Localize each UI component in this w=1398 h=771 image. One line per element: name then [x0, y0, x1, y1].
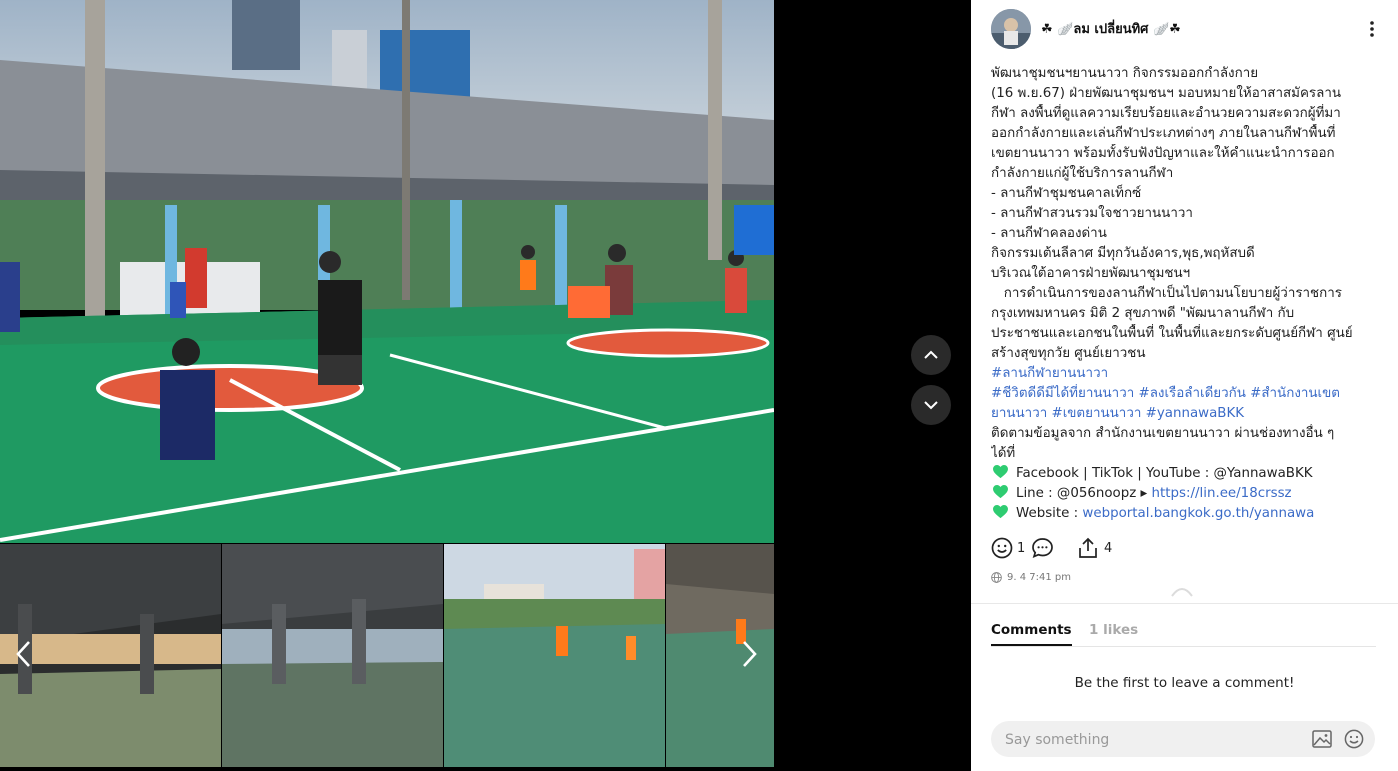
post-timestamp: 9. 4 7:41 pm [991, 572, 1071, 583]
thumbnail-3[interactable] [444, 544, 665, 767]
caption-line: ได้ที่ [991, 446, 1016, 461]
smiley-icon [991, 537, 1013, 559]
more-options-button[interactable] [1359, 16, 1385, 42]
section-divider [971, 603, 1398, 604]
thumbnail-prev-button[interactable] [8, 634, 38, 674]
contact-website-label: Website : [1016, 506, 1083, 521]
share-icon [1079, 537, 1097, 558]
thumbnail-next-button[interactable] [735, 634, 765, 674]
caption-line: กำลังกายแก่ผู้ใช้บริการลานกีฬา [991, 166, 1174, 181]
chevron-up-icon [924, 350, 938, 359]
caption-line: กรุงเทพมหานคร มิติ 2 สุขภาพดี "พัฒนาลานก… [991, 306, 1295, 321]
share-button[interactable]: 4 [1077, 537, 1112, 559]
caption-line: กีฬา ลงพื้นที่ดูแลความเรียบร้อยและอำนวยค… [991, 106, 1341, 121]
chevron-right-icon [743, 641, 757, 667]
post-header: ☘︎ 🪽ลม เปลี่ยนทิศ 🪽☘︎ [971, 0, 1398, 60]
comment-button[interactable] [1031, 537, 1054, 559]
green-heart-icon [993, 465, 1008, 479]
react-button[interactable]: 1 [991, 537, 1025, 559]
post-caption: พัฒนาชุมชนฯยานนาวา กิจกรรมออกกำลังกาย (1… [991, 64, 1381, 524]
caption-line: การดำเนินการของลานกีฬาเป็นไปตามนโยบายผู้… [991, 286, 1342, 301]
post-panel: ☘︎ 🪽ลม เปลี่ยนทิศ 🪽☘︎ พัฒนาชุมชนฯยานนาวา… [971, 0, 1398, 771]
image-upload-icon[interactable] [1312, 730, 1332, 748]
more-vertical-icon [1370, 21, 1374, 37]
thumbnail-2-graphic [222, 544, 443, 767]
thumbnail-2[interactable] [222, 544, 443, 767]
hashtag-link[interactable]: #ลานกีฬายานนาวา [991, 364, 1381, 384]
line-link[interactable]: https://lin.ee/18crssz [1152, 486, 1292, 501]
hashtag-link[interactable]: ยานนาวา #เขตยานนาวา #yannawaBKK [991, 404, 1381, 424]
contact-line-label: Line : @056noopz ▸ [1016, 486, 1152, 501]
caption-line: เขตยานนาวา พร้อมทั้งรับฟังปัญหาและให้คำแ… [991, 146, 1335, 161]
caption-line: (16 พ.ย.67) ฝ่ายพัฒนาชุมชนฯ มอบหมายให้อา… [991, 86, 1342, 101]
scroll-up-indicator-icon[interactable] [1169, 584, 1195, 598]
next-post-button[interactable] [911, 385, 951, 425]
caption-line: ประชาชนและเอกชนในพื้นที่ ในพื้นที่และยกร… [991, 326, 1353, 341]
caption-line: สร้างสุขทุกวัย ศูนย์เยาวชน [991, 346, 1146, 361]
contact-line-website: Website : webportal.bangkok.go.th/yannaw… [991, 504, 1381, 524]
tab-comments[interactable]: Comments [991, 622, 1072, 646]
reaction-count: 1 [1017, 540, 1026, 556]
author-name[interactable]: ☘︎ 🪽ลม เปลี่ยนทิศ 🪽☘︎ [1041, 18, 1181, 39]
caption-line: พัฒนาชุมชนฯยานนาวา กิจกรรมออกกำลังกาย [991, 66, 1259, 81]
contact-social-label: Facebook | TikTok | YouTube : @YannawaBK… [1016, 466, 1313, 481]
thumbnail-strip [0, 544, 774, 767]
avatar[interactable] [991, 9, 1031, 49]
hashtag-link[interactable]: #ชีวิตดีดีมีได้ที่ยานนาวา #ลงเรือลำเดียว… [991, 384, 1381, 404]
comment-input[interactable] [1003, 721, 1297, 759]
main-photo[interactable] [0, 0, 774, 543]
caption-line: ติดตามข้อมูลจาก สำนักงานเขตยานนาวา ผ่านช… [991, 426, 1335, 441]
caption-line: กิจกรรมเต้นลีลาศ มีทุกวันอังคาร,พุธ,พฤหั… [991, 246, 1255, 261]
previous-post-button[interactable] [911, 335, 951, 375]
thumbnail-3-graphic [444, 544, 665, 767]
emoji-picker-icon[interactable] [1344, 729, 1364, 749]
share-count: 4 [1104, 540, 1113, 556]
contact-line-line: Line : @056noopz ▸ https://lin.ee/18crss… [991, 484, 1381, 504]
caption-line: - ลานกีฬาชุมชนคาลเท็กซ์ [991, 186, 1142, 201]
media-viewer [0, 0, 971, 771]
contact-line-social: Facebook | TikTok | YouTube : @YannawaBK… [991, 464, 1381, 484]
caption-line: - ลานกีฬาสวนรวมใจชาวยานนาวา [991, 206, 1193, 221]
empty-comments-message: Be the first to leave a comment! [1074, 675, 1295, 691]
comment-bubble-icon [1032, 538, 1053, 558]
website-link[interactable]: webportal.bangkok.go.th/yannawa [1082, 506, 1314, 521]
comment-composer [991, 721, 1375, 759]
main-photo-graphic [0, 0, 774, 543]
caption-line: บริเวณใต้อาคารฝ่ายพัฒนาชุมชนฯ [991, 266, 1191, 281]
tab-underline [991, 646, 1376, 647]
tab-likes[interactable]: 1 likes [1089, 622, 1138, 638]
timestamp-text: 9. 4 7:41 pm [1007, 572, 1071, 583]
green-heart-icon [993, 485, 1008, 499]
chevron-left-icon [16, 641, 30, 667]
avatar-graphic [991, 9, 1031, 49]
caption-line: - ลานกีฬาคลองด่าน [991, 226, 1107, 241]
chevron-down-icon [924, 401, 938, 410]
caption-line: ออกกำลังกายและเล่นกีฬาประเภทต่างๆ ภายในล… [991, 126, 1336, 141]
globe-icon [991, 572, 1002, 583]
green-heart-icon [993, 505, 1008, 519]
